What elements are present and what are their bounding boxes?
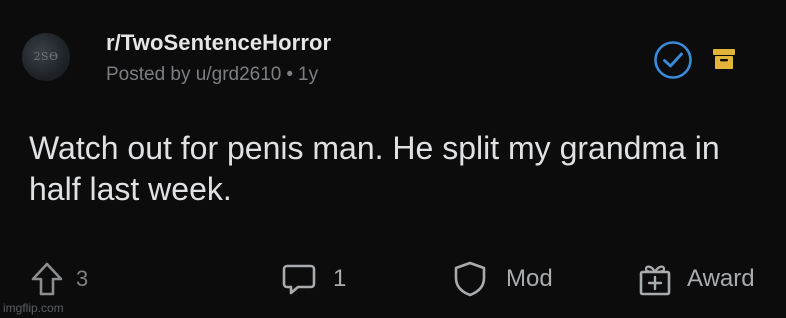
post-age: 1y xyxy=(298,64,319,85)
archive-button[interactable] xyxy=(710,45,738,73)
gift-icon xyxy=(639,265,671,296)
upvote-count: 3 xyxy=(76,266,89,291)
comment-bubble-icon xyxy=(282,264,316,295)
imgflip-watermark: imgflip.com xyxy=(3,301,64,315)
posted-by-label: Posted by xyxy=(106,64,191,85)
upvote-button[interactable] xyxy=(30,261,64,297)
meta-separator: • xyxy=(286,64,294,85)
comments-button[interactable]: 1 xyxy=(281,258,346,300)
mod-label: Mod xyxy=(506,265,553,292)
upvote-arrow-icon xyxy=(31,262,63,296)
comment-count: 1 xyxy=(333,265,347,292)
avatar-text: 2SΘ xyxy=(33,50,59,63)
subreddit-name[interactable]: r/TwoSentenceHorror xyxy=(106,30,331,56)
subreddit-avatar[interactable]: 2SΘ xyxy=(22,33,70,81)
post-card: 2SΘ r/TwoSentenceHorror Posted by u/grd2… xyxy=(0,0,786,318)
upvote-group: 3 xyxy=(30,258,88,300)
username-link[interactable]: u/grd2610 xyxy=(196,64,282,85)
checkmark-circle-icon xyxy=(654,41,692,79)
shield-icon xyxy=(454,261,486,297)
approve-button[interactable] xyxy=(653,40,693,80)
archive-box-icon xyxy=(713,49,735,69)
award-button[interactable]: Award xyxy=(637,258,755,300)
award-label: Award xyxy=(687,265,755,292)
mod-button[interactable]: Mod xyxy=(452,258,553,300)
post-body: Watch out for penis man. He split my gra… xyxy=(29,130,720,207)
post-meta: Posted by u/grd2610 • 1y xyxy=(106,64,318,86)
